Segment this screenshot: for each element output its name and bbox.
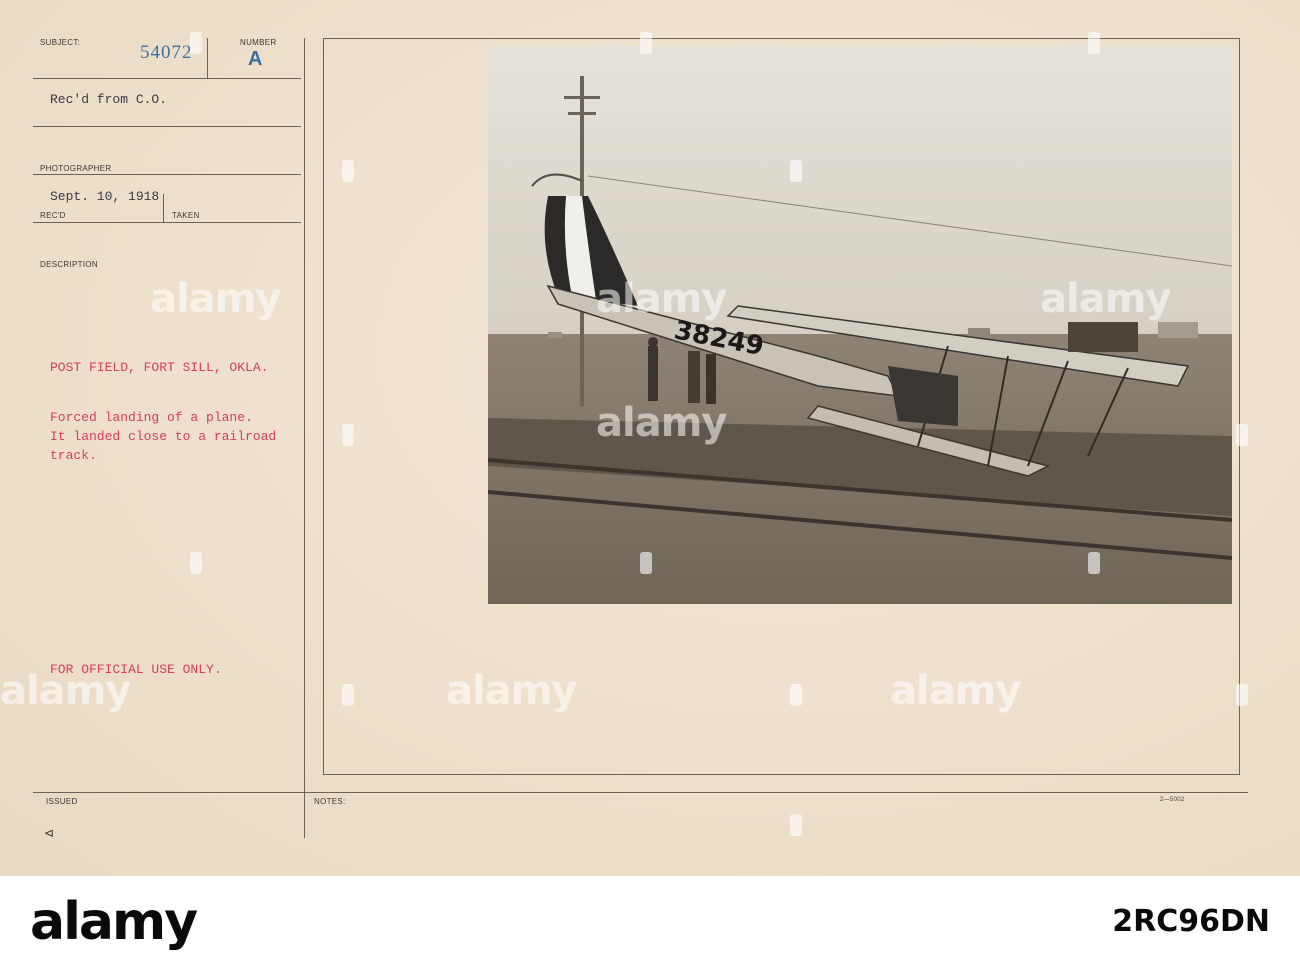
recd-label: REC'D — [40, 211, 66, 220]
photo-scene: 38249 — [488, 46, 1232, 604]
subject-number-stamp: 54072 — [140, 42, 193, 63]
rule — [33, 78, 301, 79]
watermark: alamy — [596, 400, 727, 446]
notes-label: NOTES: — [314, 797, 346, 806]
watermark-mark — [342, 684, 354, 706]
watermark-mark — [1236, 424, 1248, 446]
watermark-mark — [342, 160, 354, 182]
rule — [33, 792, 1248, 793]
watermark: alamy — [890, 668, 1021, 714]
taken-label: TAKEN — [172, 211, 200, 220]
issued-mark: ⊲ — [44, 826, 55, 840]
description-label: DESCRIPTION — [40, 260, 98, 269]
rule — [33, 126, 301, 127]
watermark-mark — [190, 552, 202, 574]
rule — [163, 194, 164, 222]
photographer-label: PHOTOGRAPHER — [40, 164, 112, 173]
location-text: POST FIELD, FORT SILL, OKLA. — [50, 360, 269, 375]
description-text: Forced landing of a plane. It landed clo… — [50, 410, 277, 463]
image-id: 2RC96DN — [1112, 904, 1270, 939]
aircraft-photograph: 38249 — [488, 46, 1232, 604]
frame-line — [323, 774, 1240, 775]
rule — [207, 38, 208, 78]
watermark: alamy — [150, 276, 281, 322]
frame-line — [323, 38, 1239, 39]
watermark-mark — [342, 424, 354, 446]
received-from: Rec'd from C.O. — [50, 92, 168, 107]
watermark-mark — [1236, 684, 1248, 706]
watermark-mark — [640, 32, 652, 54]
watermark: alamy — [0, 668, 131, 714]
rule — [304, 38, 305, 838]
date-received: Sept. 10, 1918 — [50, 189, 160, 204]
number-label: NUMBER — [240, 38, 277, 47]
watermark-mark — [1088, 32, 1100, 54]
watermark: alamy — [446, 668, 577, 714]
frame-line — [1239, 38, 1240, 775]
frame-line — [323, 38, 324, 775]
stock-footer: alamy 2RC96DN — [0, 876, 1300, 966]
archive-card: SUBJECT: NUMBER PHOTOGRAPHER REC'D TAKEN… — [0, 0, 1300, 876]
form-code: 2—5002 — [1160, 797, 1185, 803]
subject-label: SUBJECT: — [40, 38, 81, 47]
watermark-mark — [1088, 552, 1100, 574]
brand-logo: alamy — [30, 892, 198, 952]
number-letter-stamp: A — [248, 48, 263, 70]
watermark: alamy — [1040, 276, 1171, 322]
watermark-mark — [790, 160, 802, 182]
rule — [33, 222, 301, 223]
watermark-mark — [640, 552, 652, 574]
watermark: alamy — [596, 276, 727, 322]
watermark-mark — [790, 814, 802, 836]
issued-label: ISSUED — [46, 797, 78, 806]
rule — [33, 174, 301, 175]
watermark-mark — [190, 32, 202, 54]
watermark-mark — [790, 684, 802, 706]
